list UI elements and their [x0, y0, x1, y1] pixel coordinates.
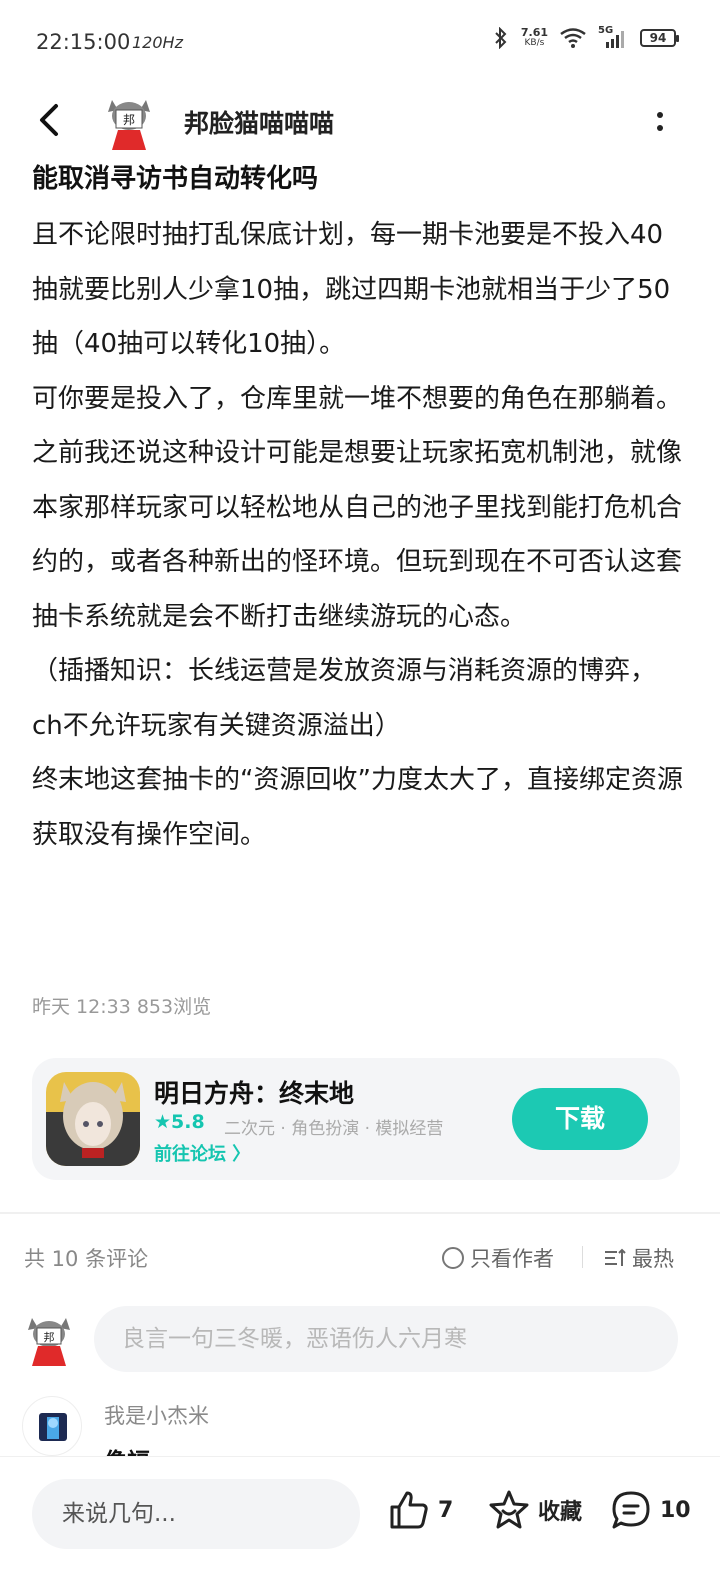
sort-label: 最热 [632, 1247, 674, 1271]
star-icon [489, 1490, 529, 1529]
post-body: 且不论限时抽打乱保底计划，每一期卡池要是不投入40抽就要比别人少拿10抽，跳过四… [32, 208, 686, 862]
sort-hot-button[interactable]: 最热 [604, 1243, 674, 1273]
bottom-action-bar: 来说几句... 7 收藏 10 [0, 1456, 720, 1592]
more-options-icon[interactable] [648, 104, 672, 138]
thumbs-up-icon [390, 1491, 428, 1529]
svg-text:邦: 邦 [123, 113, 135, 127]
game-name: 明日方舟：终末地 [154, 1079, 355, 1108]
net-speed: 7.61 KB/s [520, 26, 548, 48]
status-time: 22:15:00 [36, 30, 131, 54]
post-paragraph: 且不论限时抽打乱保底计划，每一期卡池要是不投入40抽就要比别人少拿10抽，跳过四… [32, 220, 671, 359]
battery-icon: 94 [640, 29, 679, 47]
only-author-label: 只看作者 [470, 1247, 554, 1271]
game-card[interactable]: 明日方舟：终末地 ★5.8 二次元 · 角色扮演 · 模拟经营 前往论坛 〉 下… [32, 1058, 680, 1180]
download-button[interactable]: 下载 [512, 1088, 648, 1150]
back-arrow-icon[interactable] [32, 100, 72, 140]
go-to-forum-link[interactable]: 前往论坛 〉 [154, 1140, 250, 1166]
author-name[interactable]: 邦脸猫喵喵喵 [184, 104, 334, 140]
comments-count: 共 10 条评论 [24, 1247, 149, 1271]
like-count: 7 [438, 1497, 454, 1523]
only-author-toggle[interactable]: 只看作者 [442, 1243, 554, 1273]
comment-count: 10 [660, 1497, 691, 1523]
post-paragraph: 终末地这套抽卡的“资源回收”力度太大了，直接绑定资源获取没有操作空间。 [32, 765, 683, 850]
comment-bubble-icon [612, 1491, 650, 1529]
favorite-button[interactable]: 收藏 [488, 1489, 582, 1531]
refresh-rate: 120Hz [132, 33, 183, 52]
post-title: 能取消寻访书自动转化吗 [32, 164, 319, 194]
status-icons: 7.61 KB/s 5G 94 [493, 25, 679, 49]
my-avatar: 邦 [28, 1318, 70, 1366]
post-header: 邦 邦脸猫喵喵喵 [0, 86, 720, 156]
commenter-name[interactable]: 我是小杰米 [104, 1400, 209, 1430]
author-avatar[interactable]: 邦 [104, 90, 154, 152]
game-tags: 二次元 · 角色扮演 · 模拟经营 [224, 1119, 444, 1139]
radio-circle-icon [442, 1247, 464, 1269]
bluetooth-icon [495, 27, 507, 49]
sort-icon [605, 1248, 626, 1266]
comment-button[interactable]: 10 [610, 1489, 691, 1531]
post-paragraph: （插播知识：长线运营是发放资源与消耗资源的博弈，ch不允许玩家有关键资源溢出） [32, 656, 657, 741]
post-meta: 昨天 12:33 853浏览 [32, 996, 212, 1018]
game-icon [46, 1072, 140, 1166]
reply-input[interactable]: 来说几句... [32, 1479, 360, 1549]
like-button[interactable]: 7 [388, 1489, 453, 1531]
wifi-icon [560, 28, 586, 48]
svg-text:邦: 邦 [44, 1331, 55, 1344]
section-divider [0, 1212, 720, 1214]
commenter-avatar[interactable] [22, 1396, 82, 1456]
vertical-divider [582, 1246, 583, 1268]
signal-icon: 5G [598, 25, 628, 49]
favorite-label: 收藏 [538, 1500, 583, 1525]
comment-input[interactable] [94, 1306, 678, 1372]
status-bar: 22:15:00 120Hz 7.61 KB/s 5G 94 [0, 0, 720, 86]
post-paragraph: 之前我还说这种设计可能是想要让玩家拓宽机制池，就像本家那样玩家可以轻松地从自己的… [32, 438, 683, 632]
post-paragraph: 可你要是投入了，仓库里就一堆不想要的角色在那躺着。 [32, 383, 683, 414]
game-rating: ★5.8 [154, 1111, 205, 1133]
